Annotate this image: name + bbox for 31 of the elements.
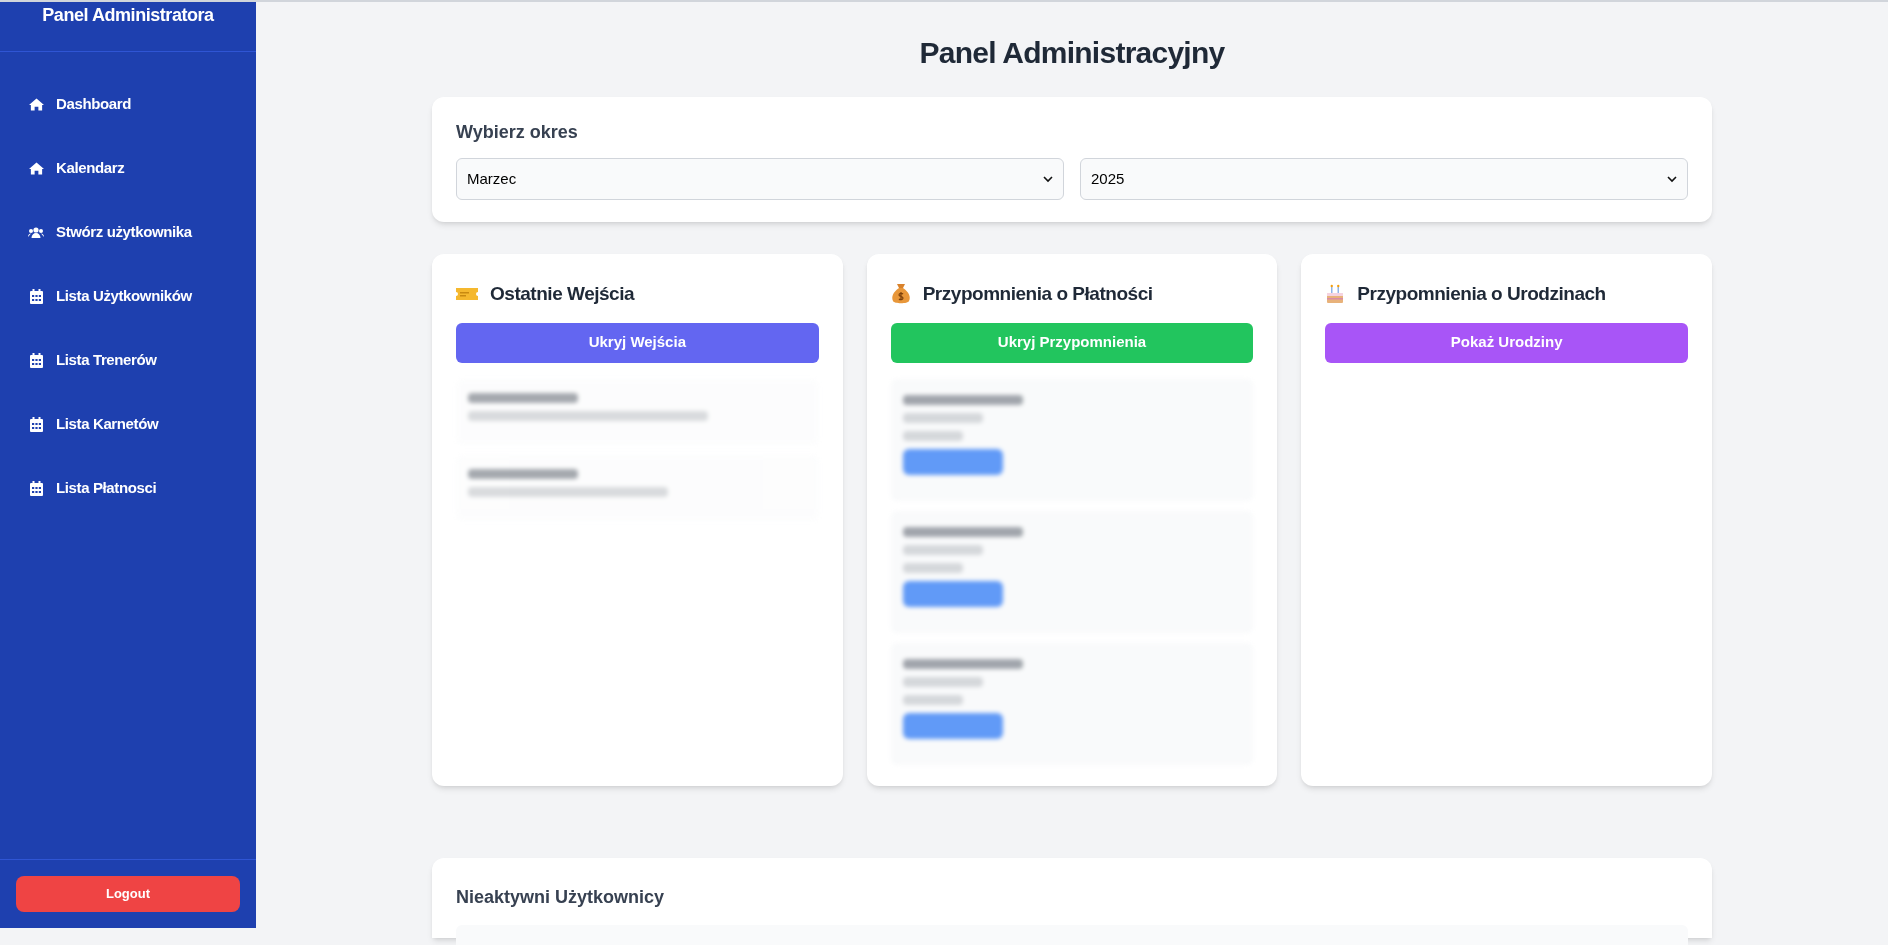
cake-icon (1325, 284, 1346, 305)
calendar-icon (29, 288, 43, 304)
year-select[interactable]: 2025 (1080, 158, 1688, 200)
sidebar-item[interactable]: Stwórz użytkownika (0, 200, 256, 264)
card-title: Przypomnienia o Płatności (922, 282, 1153, 306)
calendar-icon (29, 352, 43, 368)
chevron-down-icon (1667, 175, 1677, 183)
sidebar-item[interactable]: Kalendarz (0, 136, 256, 200)
card-title: Nieaktywni Użytkownicy (456, 886, 666, 909)
card-title: Przypomnienia o Urodzinach (1357, 282, 1606, 306)
logout-button[interactable]: Logout (16, 876, 240, 912)
sidebar-item[interactable]: Lista Płatnosci (0, 456, 256, 520)
ticket-icon (456, 287, 478, 302)
card-title: Ostatnie Wejścia (490, 282, 635, 306)
sidebar-item[interactable]: Lista Użytkowników (0, 264, 256, 328)
sidebar-item[interactable]: Dashboard (0, 72, 256, 136)
sidebar-title: Panel Administratora (42, 4, 214, 27)
page-title: Panel Administracyjny (919, 35, 1225, 71)
users-icon (28, 226, 44, 238)
home-icon (28, 161, 44, 175)
home-icon (28, 97, 44, 111)
sidebar-item[interactable]: Lista Trenerów (0, 328, 256, 392)
calendar-icon (29, 416, 43, 432)
month-select[interactable]: Marzec (456, 158, 1064, 200)
chevron-down-icon (1043, 175, 1053, 183)
toggle-button[interactable]: Ukryj Wejścia (456, 322, 819, 363)
card-title: Wybierz okres (456, 121, 579, 144)
toggle-button[interactable]: Pokaż Urodziny (1325, 322, 1688, 363)
sidebar-item[interactable]: Lista Karnetów (0, 392, 256, 456)
calendar-icon (29, 480, 43, 496)
money-bag-icon (890, 283, 911, 306)
